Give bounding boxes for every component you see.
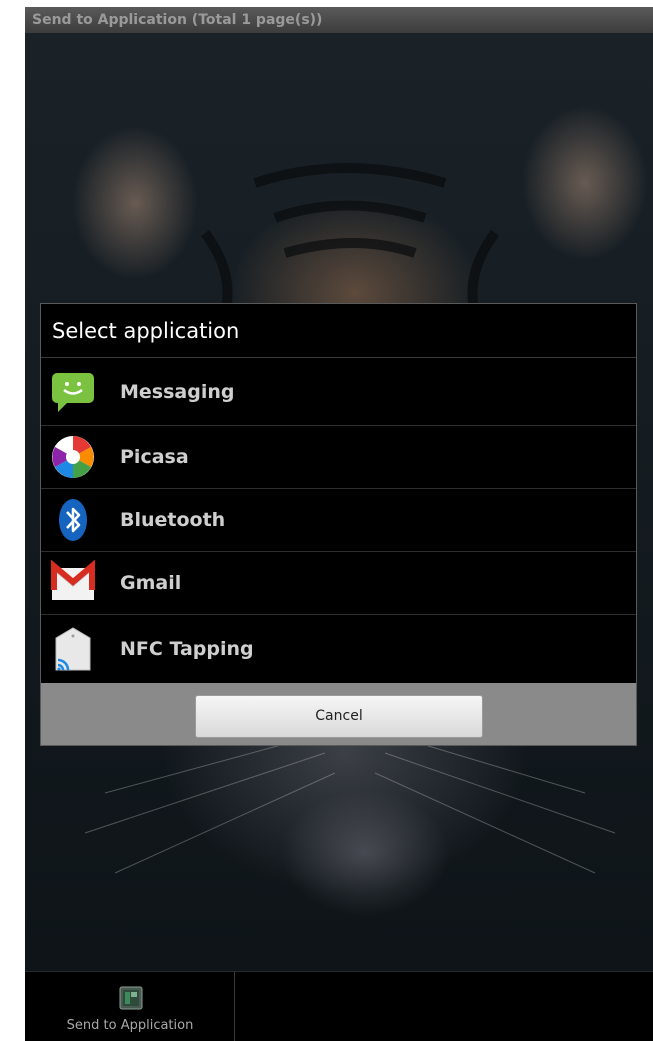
send-to-application-icon — [119, 986, 143, 1010]
app-item-messaging[interactable]: Messaging — [41, 358, 636, 426]
send-to-application-label: Send to Application — [66, 1018, 194, 1033]
app-item-nfc-tapping[interactable]: NFC Tapping — [41, 615, 636, 683]
app-item-picasa[interactable]: Picasa — [41, 426, 636, 489]
dialog-button-bar: Cancel — [41, 683, 636, 745]
window-title-bar: Send to Application (Total 1 page(s)) — [25, 7, 653, 33]
screen: Send to Application (Total 1 page(s)) Se… — [25, 7, 653, 1041]
select-application-dialog: Select application Messaging Picasa Blue… — [40, 303, 637, 746]
window-title: Send to Application (Total 1 page(s)) — [32, 12, 323, 28]
app-item-bluetooth[interactable]: Bluetooth — [41, 489, 636, 552]
messaging-icon — [52, 372, 94, 412]
app-item-gmail[interactable]: Gmail — [41, 552, 636, 615]
picasa-icon — [52, 436, 94, 478]
app-label-messaging: Messaging — [120, 380, 235, 403]
send-to-application-button[interactable]: Send to Application — [25, 972, 235, 1041]
app-label-picasa: Picasa — [120, 446, 189, 468]
bottom-action-bar: Send to Application — [25, 971, 653, 1041]
app-label-gmail: Gmail — [120, 572, 182, 594]
app-list: Messaging Picasa Bluetooth Gmail NFC Tap… — [41, 358, 636, 683]
app-label-nfc-tapping: NFC Tapping — [120, 638, 254, 660]
cancel-button[interactable]: Cancel — [195, 695, 483, 738]
dialog-title: Select application — [41, 304, 636, 358]
gmail-icon — [51, 560, 95, 600]
bluetooth-icon — [59, 499, 87, 541]
app-label-bluetooth: Bluetooth — [120, 509, 226, 531]
nfc-tapping-icon — [55, 627, 91, 671]
